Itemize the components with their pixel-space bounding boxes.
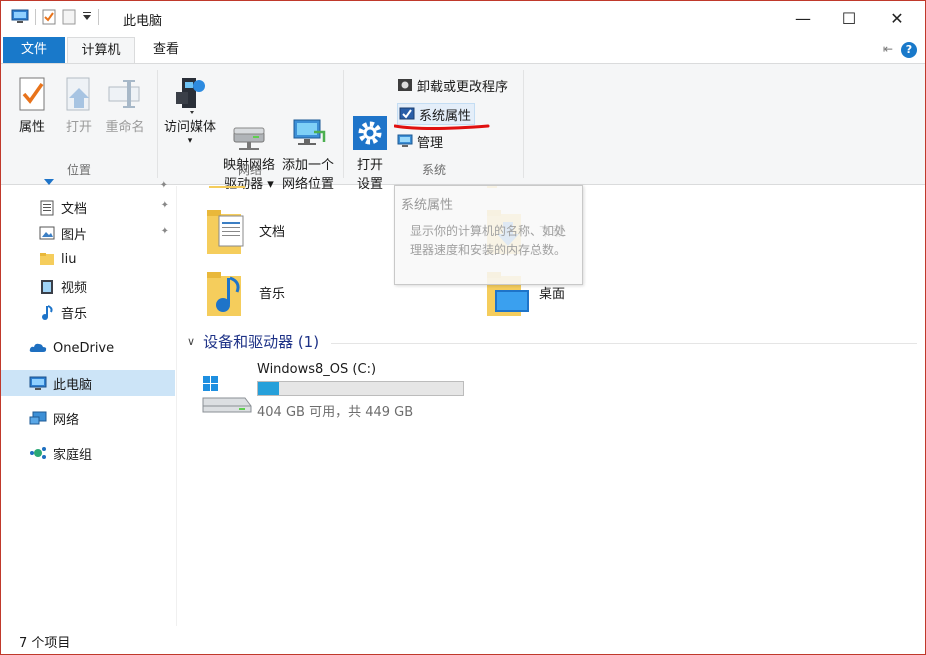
group-label-location: 位置: [66, 163, 91, 177]
group-label-network: 网络: [237, 163, 262, 177]
drive-c-usage-fill: [258, 382, 279, 395]
ribbon-tabs: 文件 计算机 查看: [1, 37, 925, 63]
pin-icon[interactable]: ✦: [160, 180, 168, 191]
devices-section-header[interactable]: ∨ 设备和驱动器 (1): [187, 331, 319, 352]
help-icon[interactable]: ?: [901, 42, 917, 58]
rename-button: 重命名: [101, 70, 149, 137]
folder-icon: [39, 252, 55, 266]
properties-button[interactable]: 属性: [11, 70, 53, 137]
maximize-button[interactable]: ☐: [826, 1, 872, 35]
title-bar: 此电脑 — ☐ ✕: [1, 1, 925, 35]
tab-file[interactable]: 文件: [3, 37, 65, 63]
manage-button[interactable]: 管理: [397, 130, 443, 152]
drive-c-icon: [201, 376, 253, 416]
download-icon: [39, 178, 59, 188]
tab-view[interactable]: 查看: [141, 37, 191, 63]
group-divider: [523, 70, 524, 178]
pin-icon[interactable]: ✦: [161, 200, 169, 211]
manage-icon: [397, 134, 413, 147]
section-divider: [331, 343, 917, 344]
sidebar-item-liu[interactable]: liu: [1, 246, 175, 272]
music-icon: [39, 305, 55, 320]
chevron-down-icon[interactable]: [82, 12, 92, 22]
system-properties-button[interactable]: 系统属性: [397, 103, 476, 125]
group-label-system: 系统: [421, 163, 446, 177]
group-divider: [343, 70, 344, 178]
rename-icon: [107, 74, 143, 114]
document-icon: [39, 200, 55, 216]
sidebar-item-documents[interactable]: 文档 ✦: [1, 194, 175, 220]
sidebar-item-pictures[interactable]: 图片 ✦: [1, 220, 175, 246]
network-location-icon: [290, 93, 326, 145]
sidebar-item-homegroup[interactable]: 家庭组: [1, 440, 175, 466]
onedrive-icon: [29, 341, 47, 355]
red-underline-annotation: [394, 124, 490, 130]
tab-computer[interactable]: 计算机: [67, 37, 135, 63]
tooltip-body: 显示你的计算机的名称、如处理器速度和安装的内存总数。: [410, 224, 567, 257]
video-icon: [39, 279, 55, 294]
network-icon: [29, 411, 47, 425]
group-location: 属性 打开 重命名 位置: [1, 68, 157, 180]
close-button[interactable]: ✕: [874, 1, 920, 35]
media-icon: [172, 74, 208, 114]
access-media-button[interactable]: 访问媒体 ▾: [161, 70, 219, 146]
properties-quick-icon[interactable]: [42, 9, 56, 25]
status-bar: 7 个项目: [1, 627, 925, 654]
group-divider: [157, 70, 158, 178]
folder-documents[interactable]: 文档: [207, 208, 285, 254]
uninstall-icon: [398, 79, 412, 91]
properties-icon: [14, 74, 50, 114]
new-folder-quick-icon[interactable]: [62, 9, 76, 25]
sidebar-item-videos[interactable]: 视频: [1, 273, 175, 299]
folder-icon: [209, 186, 245, 188]
pin-icon[interactable]: ✦: [161, 226, 169, 237]
chevron-down-icon: ∨: [187, 335, 196, 348]
navigation-pane: ✦ 文档 ✦ 图片 ✦ liu 视频 音乐 OneDrive 此电脑 网络 家庭…: [1, 179, 177, 626]
pin-ribbon-icon[interactable]: ⇤: [883, 42, 893, 56]
settings-gear-icon: [352, 93, 388, 150]
music-folder-icon: [207, 270, 251, 316]
computer-icon: [29, 376, 47, 390]
documents-folder-icon: [207, 208, 251, 254]
item-count: 7 个项目: [19, 636, 71, 651]
explorer-window: 此电脑 — ☐ ✕ 文件 计算机 查看 ⇤ ? 属性 打开 重命名 位置 访问媒…: [0, 0, 926, 655]
system-properties-tooltip: 系统属性 显示你的计算机的名称、如处理器速度和安装的内存总数。: [394, 185, 583, 285]
sidebar-item-music[interactable]: 音乐: [1, 299, 175, 325]
uninstall-programs-button[interactable]: 卸载或更改程序: [397, 74, 508, 96]
system-properties-icon: [399, 107, 415, 120]
minimize-button[interactable]: —: [780, 1, 826, 35]
tooltip-title: 系统属性: [401, 198, 454, 213]
chevron-down-icon: ▾: [187, 136, 193, 146]
sidebar-item-this-pc[interactable]: 此电脑: [1, 370, 175, 396]
open-button: 打开: [59, 70, 99, 137]
open-icon: [61, 74, 97, 114]
group-network: 访问媒体 ▾ 映射网络 驱动器 ▾ 添加一个 网络位置 网络: [159, 68, 341, 192]
picture-icon: [39, 226, 55, 240]
drive-c-name[interactable]: Windows8_OS (C:): [257, 362, 376, 377]
sidebar-item-onedrive[interactable]: OneDrive: [1, 335, 175, 361]
drive-c-info: 404 GB 可用，共 449 GB: [257, 405, 414, 420]
computer-icon: [11, 9, 29, 23]
folder-music[interactable]: 音乐: [207, 270, 285, 316]
window-title: 此电脑: [123, 14, 163, 29]
sidebar-item-network[interactable]: 网络: [1, 405, 175, 431]
homegroup-icon: [29, 446, 47, 460]
drive-c-usage-bar: [257, 381, 464, 396]
network-drive-icon: [231, 93, 267, 150]
